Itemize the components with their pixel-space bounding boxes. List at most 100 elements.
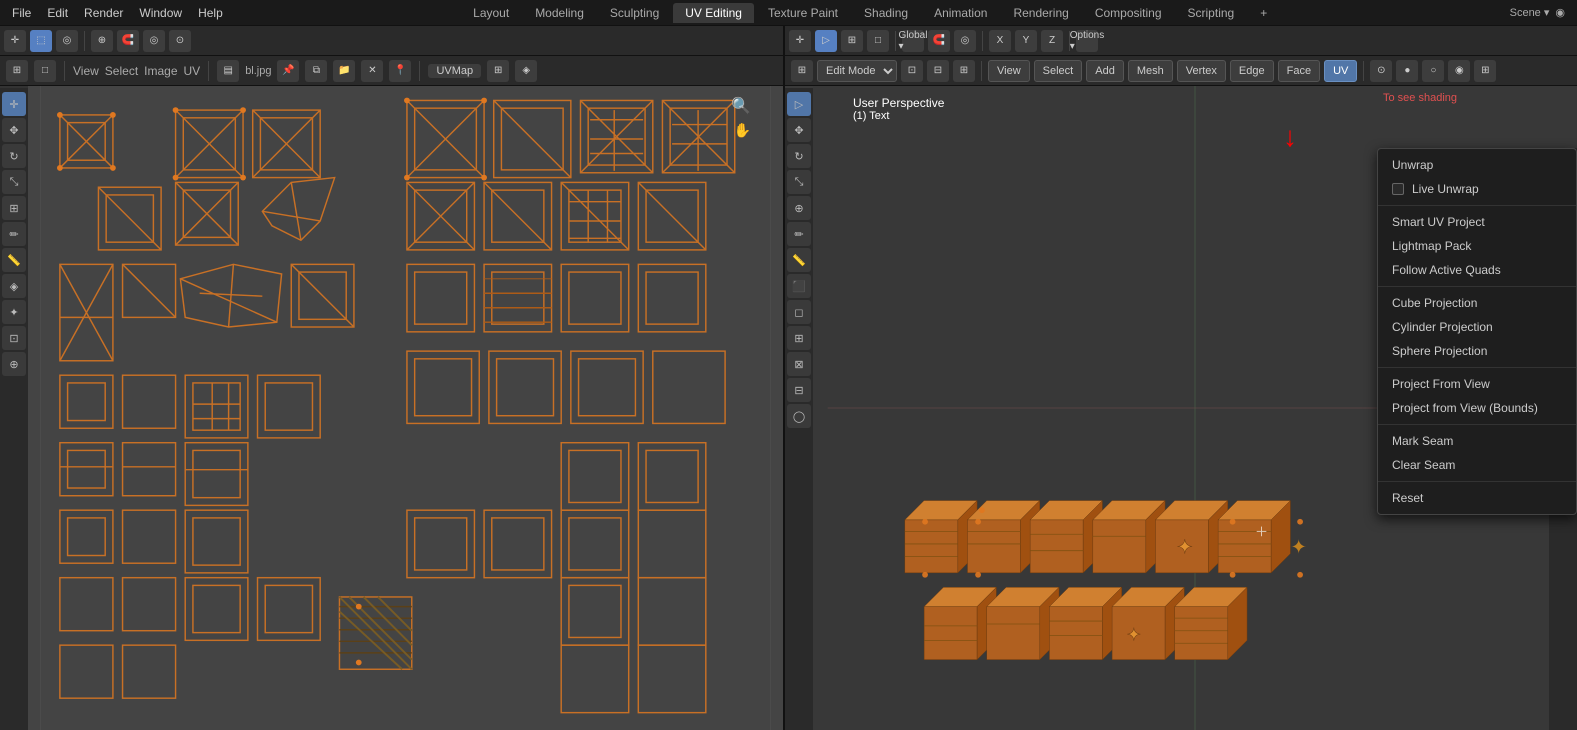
vp-sphere-tool[interactable]: ◯: [787, 404, 811, 428]
z-axis-btn[interactable]: Z: [1041, 30, 1063, 52]
zoom-icon[interactable]: 🔍: [731, 96, 751, 116]
clear-seam-item[interactable]: Clear Seam: [1378, 453, 1576, 477]
project-view-item[interactable]: Project From View: [1378, 372, 1576, 396]
vp-shading-wire[interactable]: ○: [1422, 60, 1444, 82]
cursor-tool-btn[interactable]: ✛: [4, 30, 26, 52]
vp-measure-tool[interactable]: 📏: [787, 248, 811, 272]
vp-proportional-btn[interactable]: ◎: [954, 30, 976, 52]
vp-scale-tool[interactable]: ⤡: [787, 170, 811, 194]
x-axis-btn[interactable]: X: [989, 30, 1011, 52]
select-label[interactable]: Select: [105, 64, 138, 78]
vp-header-icon[interactable]: ⊞: [791, 60, 813, 82]
view-nav-btn[interactable]: View: [988, 60, 1030, 82]
lightmap-item[interactable]: Lightmap Pack: [1378, 234, 1576, 258]
select-nav-btn[interactable]: Select: [1034, 60, 1083, 82]
pin-btn[interactable]: 📌: [277, 60, 299, 82]
menu-render[interactable]: Render: [76, 4, 131, 22]
mark-seam-item[interactable]: Mark Seam: [1378, 429, 1576, 453]
proportional-btn[interactable]: ◎: [143, 30, 165, 52]
copy-btn[interactable]: ⧉: [305, 60, 327, 82]
tab-uv-editing[interactable]: UV Editing: [673, 3, 754, 23]
tab-compositing[interactable]: Compositing: [1083, 3, 1174, 23]
uv-unknown4[interactable]: ⊕: [2, 352, 26, 376]
sphere-proj-item[interactable]: Sphere Projection: [1378, 339, 1576, 363]
tab-texture-paint[interactable]: Texture Paint: [756, 3, 850, 23]
vp-viewport-btn[interactable]: ⊞: [1474, 60, 1496, 82]
uv-label[interactable]: UV: [184, 64, 201, 78]
vp-overlay-icon[interactable]: ⊙: [1370, 60, 1392, 82]
cylinder-proj-item[interactable]: Cylinder Projection: [1378, 315, 1576, 339]
view-label[interactable]: View: [73, 64, 99, 78]
vp-move-tool[interactable]: ✥: [787, 118, 811, 142]
reset-item[interactable]: Reset: [1378, 486, 1576, 510]
image-label[interactable]: Image: [144, 64, 177, 78]
vp-cube3-tool[interactable]: ⊞: [787, 326, 811, 350]
vp-global-btn[interactable]: Global ▾: [902, 30, 924, 52]
vp-rotate-tool[interactable]: ↻: [787, 144, 811, 168]
vp-annotate-tool[interactable]: ✏: [787, 222, 811, 246]
snap-btn[interactable]: 🧲: [117, 30, 139, 52]
uv-scale-tool[interactable]: ⤡: [2, 170, 26, 194]
live-unwrap-item[interactable]: Live Unwrap: [1378, 177, 1576, 201]
select-circle-btn[interactable]: ◎: [56, 30, 78, 52]
pivot-btn[interactable]: ⊕: [91, 30, 113, 52]
project-view-bounds-item[interactable]: Project from View (Bounds): [1378, 396, 1576, 420]
vp-mode-icons3[interactable]: ⊞: [953, 60, 975, 82]
vp-render-btn[interactable]: ◉: [1448, 60, 1470, 82]
uv-cursor-tool[interactable]: ✛: [2, 92, 26, 116]
folder-btn[interactable]: 📁: [333, 60, 355, 82]
add-nav-btn[interactable]: Add: [1086, 60, 1124, 82]
uv-transform-tool[interactable]: ⊞: [2, 196, 26, 220]
vp-mode-icons2[interactable]: ⊟: [927, 60, 949, 82]
tab-scripting[interactable]: Scripting: [1176, 3, 1247, 23]
pin3-btn[interactable]: ⊞: [487, 60, 509, 82]
vp-select-tool[interactable]: ▷: [787, 92, 811, 116]
vp-shading-solid[interactable]: ●: [1396, 60, 1418, 82]
tab-add[interactable]: +: [1248, 3, 1279, 23]
y-axis-btn[interactable]: Y: [1015, 30, 1037, 52]
vp-lasso-btn[interactable]: ⊞: [841, 30, 863, 52]
menu-window[interactable]: Window: [131, 4, 190, 22]
close-btn[interactable]: ✕: [361, 60, 383, 82]
uv-unknown2[interactable]: ✦: [2, 300, 26, 324]
vp-transform-tool[interactable]: ⊕: [787, 196, 811, 220]
menu-file[interactable]: File: [4, 4, 39, 22]
unwrap-item[interactable]: Unwrap: [1378, 153, 1576, 177]
select-box-btn[interactable]: ⬚: [30, 30, 52, 52]
uv-measure-tool[interactable]: 📏: [2, 248, 26, 272]
live-unwrap-checkbox[interactable]: [1392, 183, 1404, 195]
vertex-nav-btn[interactable]: Vertex: [1177, 60, 1226, 82]
overlay-btn[interactable]: ⊙: [169, 30, 191, 52]
vp-snap-btn[interactable]: 🧲: [928, 30, 950, 52]
mode-dropdown[interactable]: Edit Mode: [817, 60, 897, 82]
tab-rendering[interactable]: Rendering: [1001, 3, 1080, 23]
uv-unknown3[interactable]: ⊡: [2, 326, 26, 350]
pin4-btn[interactable]: ◈: [515, 60, 537, 82]
tab-shading[interactable]: Shading: [852, 3, 920, 23]
tab-sculpting[interactable]: Sculpting: [598, 3, 671, 23]
viewport-options[interactable]: Options ▾: [1076, 30, 1098, 52]
vp-cube-tool[interactable]: ⬛: [787, 274, 811, 298]
face-nav-btn[interactable]: Face: [1278, 60, 1320, 82]
vp-cursor-btn[interactable]: ✛: [789, 30, 811, 52]
image-display-btn[interactable]: ▤: [217, 60, 239, 82]
uv-annotate-tool[interactable]: ✏: [2, 222, 26, 246]
vp-mode-icons[interactable]: ⊡: [901, 60, 923, 82]
uv-nav-btn[interactable]: UV: [1324, 60, 1357, 82]
smart-uv-item[interactable]: Smart UV Project: [1378, 210, 1576, 234]
vp-cube5-tool[interactable]: ⊟: [787, 378, 811, 402]
uv-unknown1[interactable]: ◈: [2, 274, 26, 298]
mesh-nav-btn[interactable]: Mesh: [1128, 60, 1173, 82]
vp-cube4-tool[interactable]: ⊠: [787, 352, 811, 376]
vp-cube2-tool[interactable]: ◻: [787, 300, 811, 324]
vp-box-btn[interactable]: □: [867, 30, 889, 52]
uv-rotate-tool[interactable]: ↻: [2, 144, 26, 168]
cube-proj-item[interactable]: Cube Projection: [1378, 291, 1576, 315]
vp-select-btn[interactable]: ▷: [815, 30, 837, 52]
tab-animation[interactable]: Animation: [922, 3, 999, 23]
pin2-btn[interactable]: 📍: [389, 60, 411, 82]
edge-nav-btn[interactable]: Edge: [1230, 60, 1274, 82]
hand-icon[interactable]: ✋: [734, 122, 751, 139]
follow-active-item[interactable]: Follow Active Quads: [1378, 258, 1576, 282]
menu-edit[interactable]: Edit: [39, 4, 76, 22]
